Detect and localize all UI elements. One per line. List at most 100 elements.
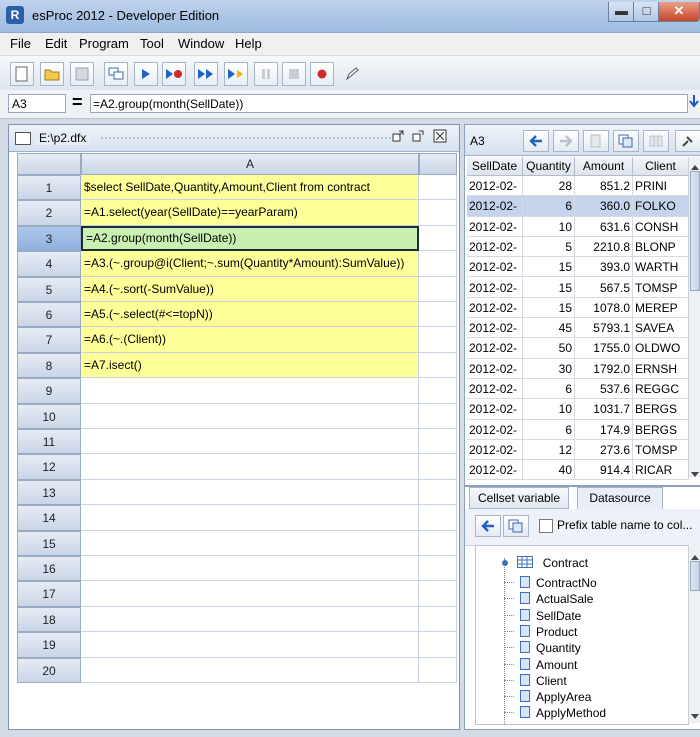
cell-extra[interactable] [419,378,457,404]
cell-extra[interactable] [419,429,457,455]
scroll-down-icon[interactable] [691,467,699,481]
table-cell[interactable]: 2012-02- [467,439,523,461]
table-cell[interactable]: 1755.0 [575,338,633,359]
column-header[interactable]: Client [633,157,689,176]
table-cell[interactable]: 2012-02- [467,277,523,298]
cell-a5[interactable]: =A4.(~.sort(-SumValue)) [81,276,419,302]
cell-a14[interactable] [81,505,419,531]
table-cell[interactable]: 2012-02- [467,196,523,217]
row-number[interactable]: 5 [17,276,81,302]
row-number[interactable]: 8 [17,352,81,379]
menu-file[interactable]: File [10,36,31,51]
stop-icon[interactable] [282,62,306,86]
table-cell[interactable]: 851.2 [575,176,633,197]
cell-extra[interactable] [419,581,457,607]
cell-extra[interactable] [419,302,457,328]
row-number[interactable]: 18 [17,606,81,633]
table-cell[interactable]: 5 [523,236,575,258]
table-cell[interactable]: 10 [523,399,575,420]
row-number[interactable]: 9 [17,378,81,404]
minimize-button[interactable]: ▬ [608,2,635,22]
cell-extra[interactable] [419,530,457,556]
columns-icon[interactable] [643,130,669,152]
column-header-a[interactable]: A [81,153,419,175]
close-button[interactable]: ✕ [658,2,700,22]
column-header[interactable]: Amount [575,157,633,176]
corner-header[interactable] [17,153,81,175]
table-cell[interactable]: 2012-02- [467,338,523,359]
tab-datasource[interactable]: Datasource [577,487,663,509]
table-cell[interactable]: 567.5 [575,277,633,298]
close-editor-icon[interactable] [433,129,447,146]
scrollbar-thumb[interactable] [690,171,700,291]
run-icon[interactable] [134,62,158,86]
table-cell[interactable]: REGGC [633,379,689,400]
tree-table-node[interactable]: Contract [502,556,588,570]
table-cell[interactable]: 537.6 [575,379,633,400]
table-cell[interactable]: SAVEA [633,318,689,339]
maximize-button[interactable]: □ [633,2,660,22]
table-cell[interactable]: 5793.1 [575,318,633,339]
row-number[interactable]: 3 [17,225,81,252]
cell-a20[interactable] [81,657,419,683]
column-header[interactable]: SellDate [467,157,523,176]
row-number[interactable]: 4 [17,251,81,277]
cell-extra[interactable] [419,505,457,531]
table-cell[interactable]: OLDWO [633,338,689,359]
cell-extra[interactable] [419,632,457,658]
table-cell[interactable]: 2012-02- [467,399,523,420]
cell-a11[interactable] [81,429,419,455]
cell-a18[interactable] [81,606,419,633]
column-header-empty[interactable] [419,153,457,175]
cell-a7[interactable]: =A6.(~.(Client)) [81,327,419,353]
row-number[interactable]: 17 [17,581,81,607]
table-cell[interactable]: ERNSH [633,358,689,379]
tree-field-item[interactable]: ActualSale [504,592,593,606]
tree-field-item[interactable]: Quantity [504,641,581,655]
table-cell[interactable]: 2012-02- [467,379,523,400]
restore-icon[interactable] [391,129,405,146]
table-cell[interactable]: 2012-02- [467,257,523,278]
scroll-down-icon[interactable] [691,709,699,723]
table-cell[interactable]: 914.4 [575,460,633,481]
table-cell[interactable]: 393.0 [575,257,633,278]
table-cell[interactable]: 174.9 [575,419,633,440]
tree-field-item[interactable]: Product [504,624,577,639]
breakpoint-icon[interactable] [310,62,334,86]
cell-extra[interactable] [419,276,457,302]
row-number[interactable]: 20 [17,657,81,683]
tree-field-item[interactable]: SellDate [504,608,581,623]
table-cell[interactable]: BERGS [633,419,689,440]
table-cell[interactable]: CONSH [633,216,689,237]
cell-extra[interactable] [419,225,457,252]
table-cell[interactable]: FOLKO [633,196,689,217]
menu-tool[interactable]: Tool [140,36,164,51]
cell-a2[interactable]: =A1.select(year(SellDate)==yearParam) [81,200,419,226]
menu-help[interactable]: Help [235,36,262,51]
cell-a17[interactable] [81,581,419,607]
cell-a15[interactable] [81,530,419,556]
row-number[interactable]: 11 [17,429,81,455]
row-number[interactable]: 6 [17,302,81,328]
cell-a19[interactable] [81,632,419,658]
table-cell[interactable]: PRINI [633,176,689,197]
table-cell[interactable]: 1078.0 [575,297,633,319]
prefix-table-checkbox[interactable] [539,519,553,533]
pencil-icon[interactable] [340,62,364,86]
cell-extra[interactable] [419,606,457,633]
table-cell[interactable]: 2012-02- [467,297,523,319]
table-cell[interactable]: RICAR [633,460,689,481]
table-cell[interactable]: 2012-02- [467,236,523,258]
table-cell[interactable]: TOMSP [633,439,689,461]
debug-icon[interactable] [162,62,186,86]
row-number[interactable]: 19 [17,632,81,658]
row-number[interactable]: 16 [17,556,81,582]
tree-field-item[interactable]: ContractNo [504,576,597,590]
cell-a4[interactable]: =A3.(~.group@i(Client;~.sum(Quantity*Amo… [81,251,419,277]
step-over-icon[interactable] [194,62,218,86]
cell-a6[interactable]: =A5.(~.select(#<=topN)) [81,302,419,328]
table-cell[interactable]: 40 [523,460,575,481]
row-number[interactable]: 14 [17,505,81,531]
table-cell[interactable]: 15 [523,257,575,278]
table-cell[interactable]: 10 [523,216,575,237]
